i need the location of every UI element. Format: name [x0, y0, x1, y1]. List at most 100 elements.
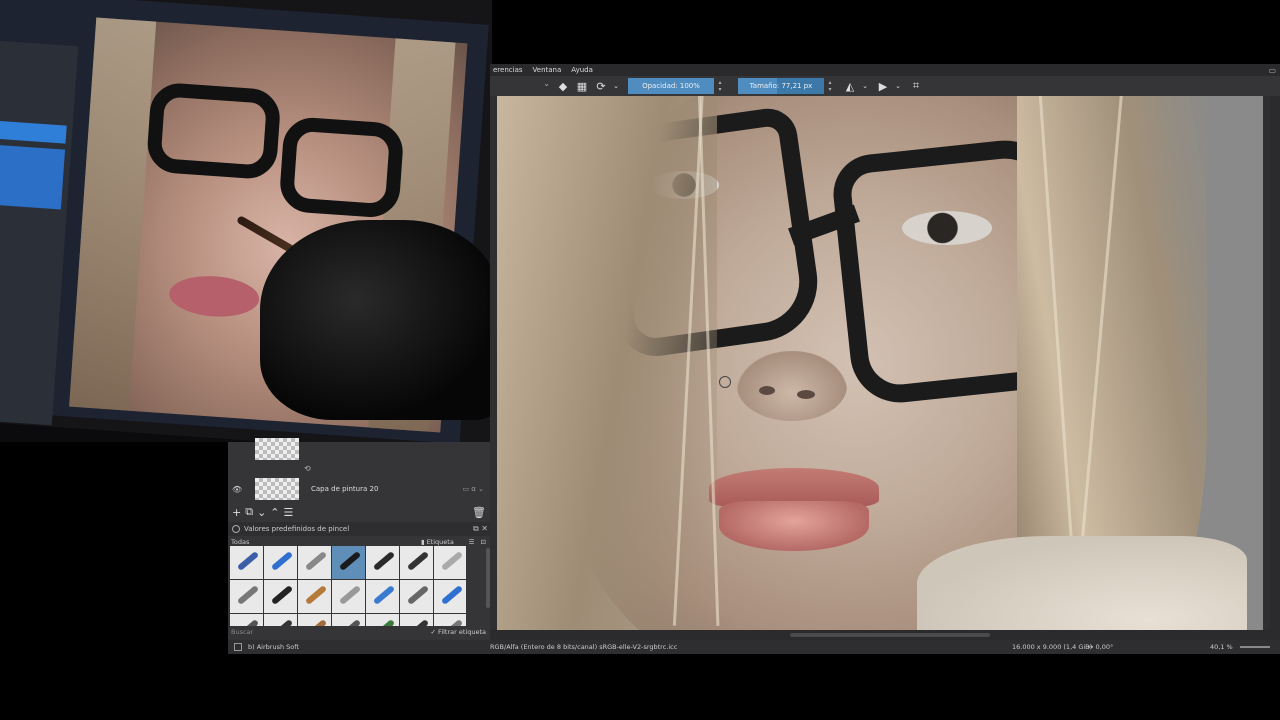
layer-row[interactable] — [228, 436, 492, 462]
brush-presets-header: Valores predefinidos de pincel ⧉ ✕ — [228, 522, 492, 536]
blend-mode-dropdown[interactable]: ⌄ — [492, 79, 552, 93]
menu-item-window[interactable]: Ventana — [533, 66, 562, 74]
window-restore-icon[interactable]: ▭ — [1268, 66, 1276, 75]
filter-tag-checkbox[interactable]: ✓ Filtrar etiqueta — [431, 628, 486, 636]
canvas[interactable] — [497, 96, 1263, 630]
move-up-icon[interactable]: ⌃ — [270, 506, 279, 519]
brush-preset-icon — [338, 550, 362, 572]
painting-lower-lip — [719, 501, 869, 551]
brush-preset-icon — [406, 550, 430, 572]
brush-preset[interactable] — [434, 580, 466, 613]
brush-preset[interactable] — [366, 580, 399, 613]
current-brush-name: b) Airbrush Soft — [248, 643, 299, 651]
layer-thumbnail — [255, 438, 299, 460]
zoom-level: 40,1 % — [1210, 643, 1233, 651]
wrap-around-icon[interactable]: ⌗ — [908, 78, 924, 94]
painting-collar — [917, 536, 1247, 630]
screen-hair-left — [69, 17, 157, 411]
layer-thumbnail — [255, 478, 299, 500]
horizontal-scrollbar[interactable] — [490, 630, 1280, 640]
layer-flags-icons[interactable]: ▭ α ⌄ — [462, 485, 484, 493]
link-icon: ⟲ — [304, 464, 311, 473]
current-brush-indicator: b) Airbrush Soft — [234, 643, 299, 651]
brush-preset[interactable] — [230, 546, 263, 579]
add-layer-icon[interactable]: + — [232, 506, 241, 519]
rotation-value: 0,00° — [1095, 643, 1114, 651]
duplicate-layer-icon[interactable]: ⧉ — [245, 505, 253, 519]
opacity-slider[interactable]: Opacidad: 100% — [628, 78, 714, 94]
brush-preset[interactable] — [434, 614, 466, 626]
brush-preset-icon — [406, 618, 430, 626]
screen-lips — [167, 273, 261, 320]
chevron-down-icon[interactable]: ⌄ — [894, 78, 902, 94]
vertical-scrollbar[interactable] — [1270, 96, 1280, 630]
opacity-spinner[interactable]: ▴ ▾ — [716, 79, 724, 93]
brush-icon — [234, 643, 242, 651]
move-down-icon[interactable]: ⌄ — [257, 506, 266, 519]
brush-preset[interactable] — [332, 580, 365, 613]
brush-preset-icon — [372, 550, 396, 572]
view-mode-icons[interactable]: ☰ ⊡ — [469, 538, 488, 546]
size-spinner[interactable]: ▴ ▾ — [826, 79, 834, 93]
trash-icon[interactable]: 🗑 — [472, 506, 486, 519]
search-input[interactable]: Buscar — [231, 628, 253, 636]
layer-menu-icon[interactable]: ☰ — [284, 506, 294, 519]
chevron-down-icon[interactable]: ⌄ — [612, 78, 620, 94]
brush-preset[interactable] — [230, 614, 263, 626]
brush-preset-icon — [440, 550, 464, 572]
brush-preset[interactable] — [298, 614, 331, 626]
brush-preset-icon — [270, 550, 294, 572]
monitor-photo — [0, 0, 492, 442]
screen-glasses-left — [145, 81, 282, 181]
chevron-down-icon[interactable]: ⌄ — [861, 78, 869, 94]
image-dimensions: 16.000 x 9.000 (1,4 GiB) — [1012, 643, 1093, 651]
eraser-icon[interactable]: ◆ — [555, 78, 571, 94]
brush-preset-grid — [230, 546, 466, 626]
painting-hair-left — [497, 96, 717, 630]
menu-item-help[interactable]: Ayuda — [571, 66, 593, 74]
brush-preset[interactable] — [298, 580, 331, 613]
brush-preset[interactable] — [400, 580, 433, 613]
brush-preset[interactable] — [434, 546, 466, 579]
scrollbar-thumb[interactable] — [790, 633, 990, 637]
presets-title: Valores predefinidos de pincel — [244, 525, 350, 533]
brush-preset[interactable] — [332, 614, 365, 626]
brush-preset-icon — [236, 584, 260, 606]
brush-preset-icon — [236, 618, 260, 626]
brush-preset-icon — [406, 584, 430, 606]
alpha-lock-icon[interactable]: ▦ — [574, 78, 590, 94]
brush-preset-icon — [270, 618, 294, 626]
dock-window-buttons[interactable]: ⧉ ✕ — [473, 524, 488, 534]
brush-preset-icon — [338, 618, 362, 626]
brush-preset[interactable] — [332, 546, 365, 579]
size-slider[interactable]: Tamaño: 77,21 px — [738, 78, 824, 94]
layer-row[interactable]: 👁 Capa de pintura 20 ▭ α ⌄ — [228, 476, 492, 502]
brush-preset[interactable] — [400, 546, 433, 579]
painting-nose — [737, 351, 847, 421]
brush-preset-icon — [304, 550, 328, 572]
brush-preset-icon — [236, 550, 260, 572]
brush-preset[interactable] — [230, 580, 263, 613]
tag-button[interactable]: ▮ Etiqueta — [421, 538, 454, 546]
brush-preset-icon — [440, 618, 464, 626]
brush-preset[interactable] — [366, 614, 399, 626]
tag-select[interactable]: Todas — [231, 538, 421, 546]
brush-preset[interactable] — [264, 580, 297, 613]
screen-selected-block — [0, 143, 66, 210]
menu-item-preferences[interactable]: erencias — [493, 66, 523, 74]
tool-options-bar: ⌄ ◆ ▦ ⟳ ⌄ Opacidad: 100% ▴ ▾ Tamaño: 77,2… — [490, 76, 1280, 96]
brush-preset[interactable] — [264, 614, 297, 626]
zoom-slider[interactable] — [1240, 646, 1270, 648]
presets-icon — [232, 525, 240, 533]
brush-preset[interactable] — [298, 546, 331, 579]
layers-toolbar: + ⧉ ⌄ ⌃ ☰ 🗑 — [228, 502, 492, 522]
brush-preset[interactable] — [400, 614, 433, 626]
reload-preset-icon[interactable]: ⟳ — [593, 78, 609, 94]
eye-icon[interactable]: 👁 — [232, 485, 242, 494]
mirror-horizontal-icon[interactable]: ◭ — [842, 78, 858, 94]
layer-name: Capa de pintura 20 — [311, 485, 379, 493]
mirror-vertical-icon[interactable]: ▶ — [875, 78, 891, 94]
brush-preset[interactable] — [366, 546, 399, 579]
brush-preset[interactable] — [264, 546, 297, 579]
krita-window: erencias Ventana Ayuda ▭ ⌄ ◆ ▦ ⟳ ⌄ Opaci… — [490, 64, 1280, 640]
